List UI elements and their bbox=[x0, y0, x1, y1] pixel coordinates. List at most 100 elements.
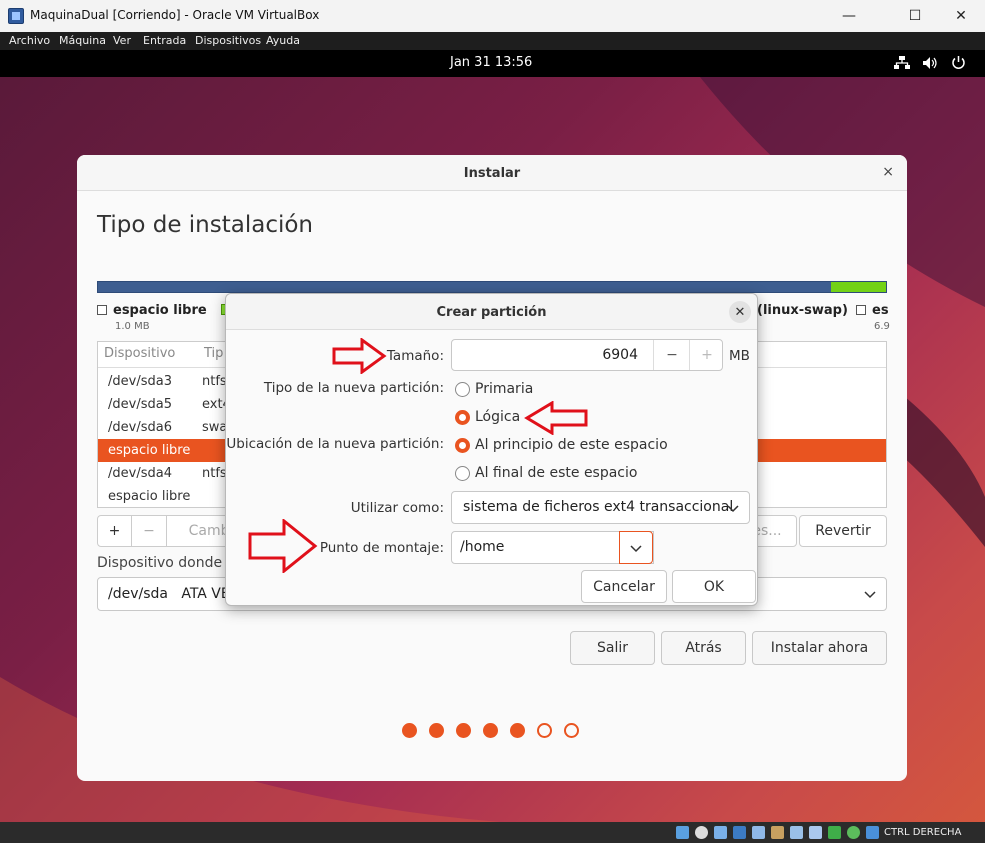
ubuntu-topbar: Jan 31 13:56 bbox=[0, 50, 985, 77]
recording-icon[interactable] bbox=[809, 826, 822, 839]
size-input[interactable]: 6904 bbox=[602, 347, 638, 363]
row-device: /dev/sda6 bbox=[108, 420, 172, 435]
progress-dot bbox=[537, 723, 552, 738]
legend-label: es bbox=[872, 303, 889, 318]
vbox-statusbar: CTRL DERECHA bbox=[0, 822, 985, 843]
usb-icon[interactable] bbox=[752, 826, 765, 839]
legend-swatch bbox=[856, 305, 866, 315]
chevron-down-icon bbox=[727, 505, 739, 513]
mount-point-dropdown-button[interactable] bbox=[619, 531, 653, 564]
mouse-integration-icon[interactable] bbox=[847, 826, 860, 839]
row-device: espacio libre bbox=[108, 443, 191, 458]
display-icon[interactable] bbox=[790, 826, 803, 839]
shared-folders-icon[interactable] bbox=[771, 826, 784, 839]
dialog-header: Crear partición bbox=[226, 294, 757, 330]
clock[interactable]: Jan 31 13:56 bbox=[450, 55, 532, 70]
keyboard-capture-icon[interactable] bbox=[866, 826, 879, 839]
size-decrement-button[interactable]: − bbox=[655, 340, 689, 370]
annotation-arrow-right-icon bbox=[248, 519, 318, 573]
revert-button[interactable]: Revertir bbox=[799, 515, 887, 547]
progress-dot bbox=[510, 723, 525, 738]
use-as-value: sistema de ficheros ext4 transaccional bbox=[463, 499, 734, 515]
legend-swap: (linux-swap) bbox=[757, 303, 848, 318]
use-as-label: Utilizar como: bbox=[350, 500, 444, 516]
virtualbox-icon bbox=[8, 8, 24, 24]
window-title: MaquinaDual [Corriendo] - Oracle VM Virt… bbox=[30, 8, 320, 22]
install-now-button[interactable]: Instalar ahora bbox=[752, 631, 887, 665]
menu-ayuda[interactable]: Ayuda bbox=[266, 34, 300, 47]
chevron-down-icon bbox=[630, 545, 642, 553]
menu-entrada[interactable]: Entrada bbox=[143, 34, 186, 47]
radio-indicator bbox=[455, 466, 470, 481]
radio-label: Lógica bbox=[475, 409, 521, 425]
partition-bar bbox=[97, 281, 887, 293]
network-icon[interactable] bbox=[894, 56, 910, 70]
page-title: Tipo de instalación bbox=[97, 212, 314, 238]
boot-device-value: /dev/sda ATA VB bbox=[108, 586, 231, 602]
audio-icon[interactable] bbox=[714, 826, 727, 839]
progress-dot bbox=[564, 723, 579, 738]
progress-dots bbox=[402, 723, 602, 739]
legend-size: 1.0 MB bbox=[115, 321, 150, 332]
progress-dot bbox=[429, 723, 444, 738]
row-device: /dev/sda4 bbox=[108, 466, 172, 481]
installer-close-icon[interactable]: × bbox=[882, 164, 894, 180]
menu-maquina[interactable]: Máquina bbox=[59, 34, 106, 47]
col-type: Tip bbox=[204, 346, 224, 361]
quit-button[interactable]: Salir bbox=[570, 631, 655, 665]
divider bbox=[689, 340, 690, 370]
progress-dot bbox=[456, 723, 471, 738]
ok-button[interactable]: OK bbox=[672, 570, 756, 603]
menu-dispositivos[interactable]: Dispositivos bbox=[195, 34, 261, 47]
col-device: Dispositivo bbox=[104, 346, 176, 361]
minimize-button[interactable]: — bbox=[826, 0, 872, 32]
divider bbox=[653, 340, 654, 370]
back-button[interactable]: Atrás bbox=[661, 631, 746, 665]
radio-label: Al principio de este espacio bbox=[475, 437, 668, 453]
row-device: /dev/sda3 bbox=[108, 374, 172, 389]
legend-label: espacio libre bbox=[113, 303, 207, 318]
location-label: Ubicación de la nueva partición: bbox=[226, 436, 444, 452]
mount-point-value: /home bbox=[460, 539, 505, 555]
dialog-close-button[interactable]: ✕ bbox=[729, 301, 751, 323]
size-spinbutton: 6904 − + bbox=[451, 339, 723, 371]
radio-indicator bbox=[455, 438, 470, 453]
annotation-arrow-right-icon bbox=[332, 338, 387, 374]
row-device: /dev/sda5 bbox=[108, 397, 172, 412]
vbox-menubar: Archivo Máquina Ver Entrada Dispositivos… bbox=[0, 32, 985, 50]
hdd-icon[interactable] bbox=[676, 826, 689, 839]
size-increment-button[interactable]: + bbox=[691, 340, 723, 370]
remove-partition-button[interactable]: − bbox=[131, 515, 167, 547]
row-type: ntfs bbox=[202, 374, 227, 389]
volume-icon[interactable] bbox=[922, 56, 938, 70]
power-icon[interactable] bbox=[951, 55, 966, 70]
maximize-button[interactable]: ☐ bbox=[892, 0, 938, 32]
legend-size: 6.9 bbox=[874, 321, 890, 332]
row-device: espacio libre bbox=[108, 489, 191, 504]
legend-free-space: espacio libre bbox=[97, 303, 207, 318]
installer-title: Instalar bbox=[463, 166, 521, 181]
network-adapter-icon[interactable] bbox=[733, 826, 746, 839]
menu-archivo[interactable]: Archivo bbox=[9, 34, 50, 47]
dialog-title: Crear partición bbox=[436, 305, 547, 320]
cancel-button[interactable]: Cancelar bbox=[581, 570, 667, 603]
row-type: ntfs bbox=[202, 466, 227, 481]
partition-bar-swap bbox=[831, 282, 886, 292]
type-label: Tipo de la nueva partición: bbox=[263, 380, 444, 396]
optical-drive-icon[interactable] bbox=[695, 826, 708, 839]
radio-label: Primaria bbox=[475, 381, 534, 397]
menu-ver[interactable]: Ver bbox=[113, 34, 131, 47]
vbox-titlebar: MaquinaDual [Corriendo] - Oracle VM Virt… bbox=[0, 0, 985, 32]
progress-dot bbox=[402, 723, 417, 738]
add-partition-button[interactable]: + bbox=[97, 515, 132, 547]
size-unit: MB bbox=[729, 348, 750, 364]
use-as-select[interactable]: sistema de ficheros ext4 transaccional bbox=[451, 491, 750, 524]
radio-indicator bbox=[455, 410, 470, 425]
chevron-down-icon bbox=[864, 591, 876, 599]
close-button[interactable]: ✕ bbox=[938, 0, 984, 32]
cpu-icon[interactable] bbox=[828, 826, 841, 839]
row-type: swa bbox=[202, 420, 228, 435]
radio-label: Al final de este espacio bbox=[475, 465, 638, 481]
legend-swatch bbox=[97, 305, 107, 315]
legend-extra: es bbox=[856, 303, 889, 318]
